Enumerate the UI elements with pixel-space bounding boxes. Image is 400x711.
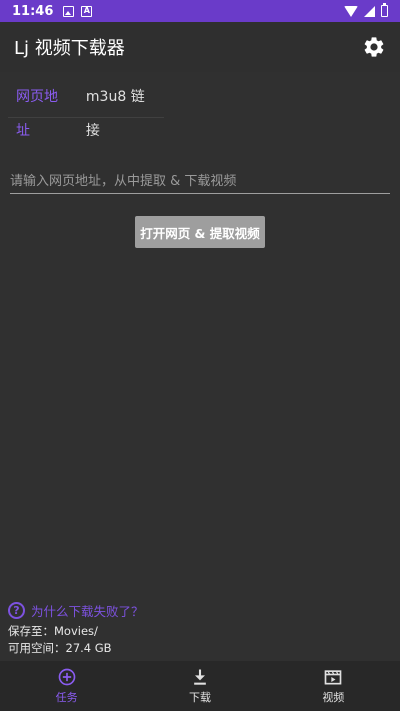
tab-web-address[interactable]: 网页地址 (8, 80, 78, 139)
open-page-extract-button[interactable]: 打开网页 & 提取视频 (135, 216, 265, 248)
help-icon: ? (8, 602, 25, 619)
nav-downloads-label: 下载 (188, 691, 211, 704)
wifi-icon (344, 5, 358, 17)
a-notification-icon: A (81, 5, 93, 17)
url-input-container (10, 170, 390, 194)
app-bar: Lj 视频下载器 (0, 22, 400, 72)
download-icon (194, 669, 206, 685)
bottom-navigation: 任务 下载 视频 (0, 661, 400, 711)
nav-videos[interactable]: 视频 (267, 661, 400, 711)
nav-tasks-label: 任务 (55, 691, 78, 704)
free-space: 可用空间：27.4 GB (8, 641, 112, 655)
help-text: 为什么下载失败了？ (31, 604, 144, 619)
nav-videos-label: 视频 (322, 691, 345, 704)
download-failed-help-link[interactable]: ? 为什么下载失败了？ (8, 601, 144, 620)
battery-icon (381, 3, 388, 17)
save-location: 保存至：Movies/ (8, 624, 98, 638)
image-notification-icon (63, 5, 75, 17)
nav-downloads[interactable]: 下载 (133, 661, 266, 711)
input-mode-tabs: 网页地址 m3u8 链接 (8, 80, 164, 139)
url-input[interactable] (10, 170, 390, 193)
status-bar: 11:46 A (0, 0, 400, 22)
video-clapper-icon (324, 670, 342, 685)
tab-m3u8-link[interactable]: m3u8 链接 (78, 80, 164, 139)
status-indicators (344, 3, 388, 17)
settings-button[interactable] (362, 35, 386, 59)
app-title: Lj 视频下载器 (14, 38, 125, 59)
nav-tasks[interactable]: 任务 (0, 661, 133, 711)
status-time: 11:46 (12, 3, 54, 19)
add-circle-icon (58, 668, 75, 686)
gear-icon (364, 37, 384, 57)
signal-icon (364, 5, 375, 17)
